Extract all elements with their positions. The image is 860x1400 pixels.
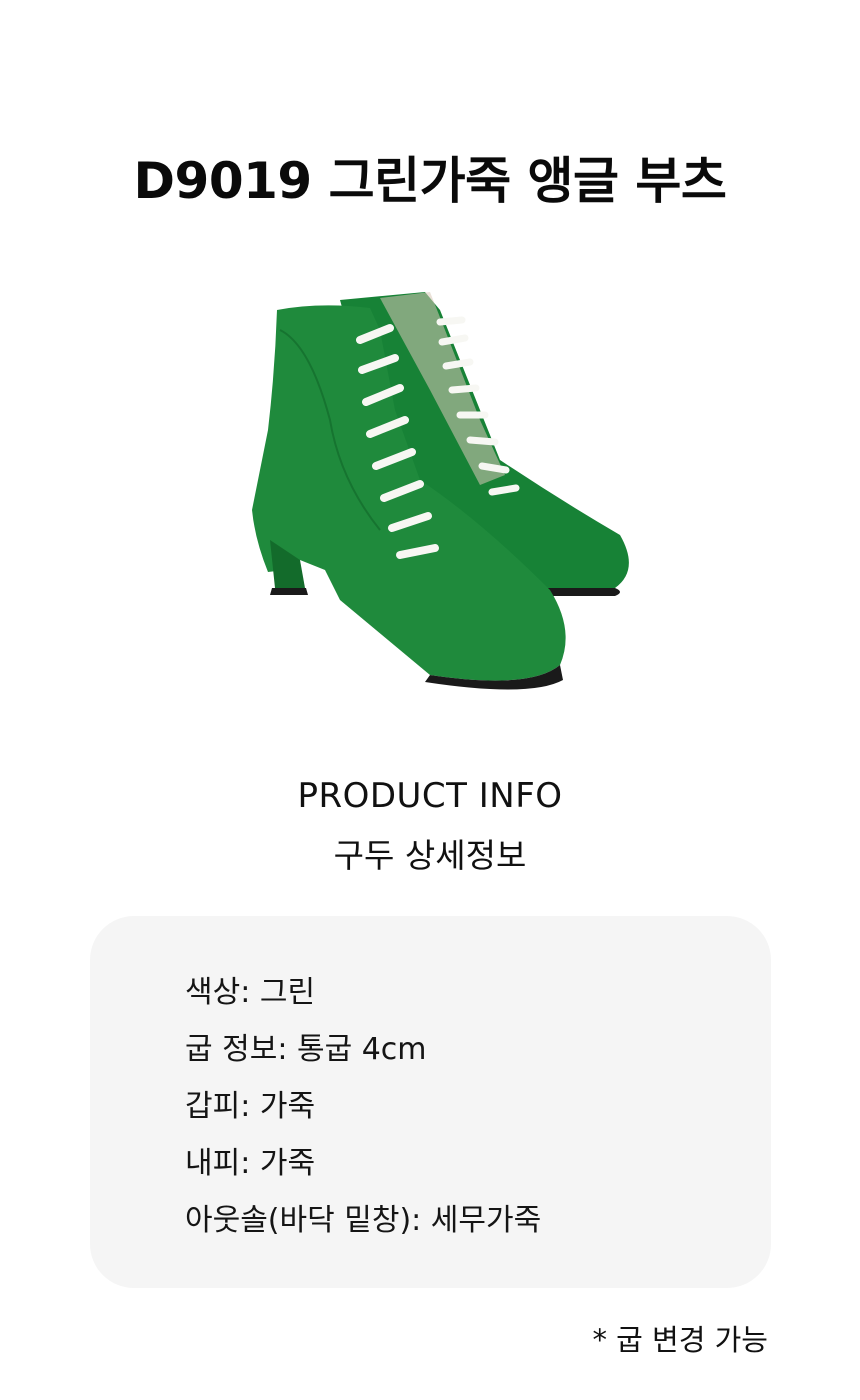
product-info-subheading: 구두 상세정보 <box>333 836 527 875</box>
product-image <box>252 292 629 690</box>
spec-item-lining: 내피: 가죽 <box>185 1146 316 1181</box>
spec-box: 색상: 그린 굽 정보: 통굽 4cm 갑피: 가죽 내피: 가죽 아웃솔(바닥… <box>90 916 771 1288</box>
spec-item-outsole: 아웃솔(바닥 밑창): 세무가죽 <box>185 1203 542 1238</box>
heel-change-note: * 굽 변경 가능 <box>592 1323 768 1357</box>
page-title: D9019 그린가죽 앵글 부츠 <box>133 151 727 210</box>
spec-list: 색상: 그린 굽 정보: 통굽 4cm 갑피: 가죽 내피: 가죽 아웃솔(바닥… <box>185 964 541 1249</box>
spec-item-heel: 굽 정보: 통굽 4cm <box>185 1032 427 1067</box>
spec-item-upper: 갑피: 가죽 <box>185 1089 316 1124</box>
product-info-heading: PRODUCT INFO <box>297 776 563 816</box>
spec-item-color: 색상: 그린 <box>185 975 316 1010</box>
